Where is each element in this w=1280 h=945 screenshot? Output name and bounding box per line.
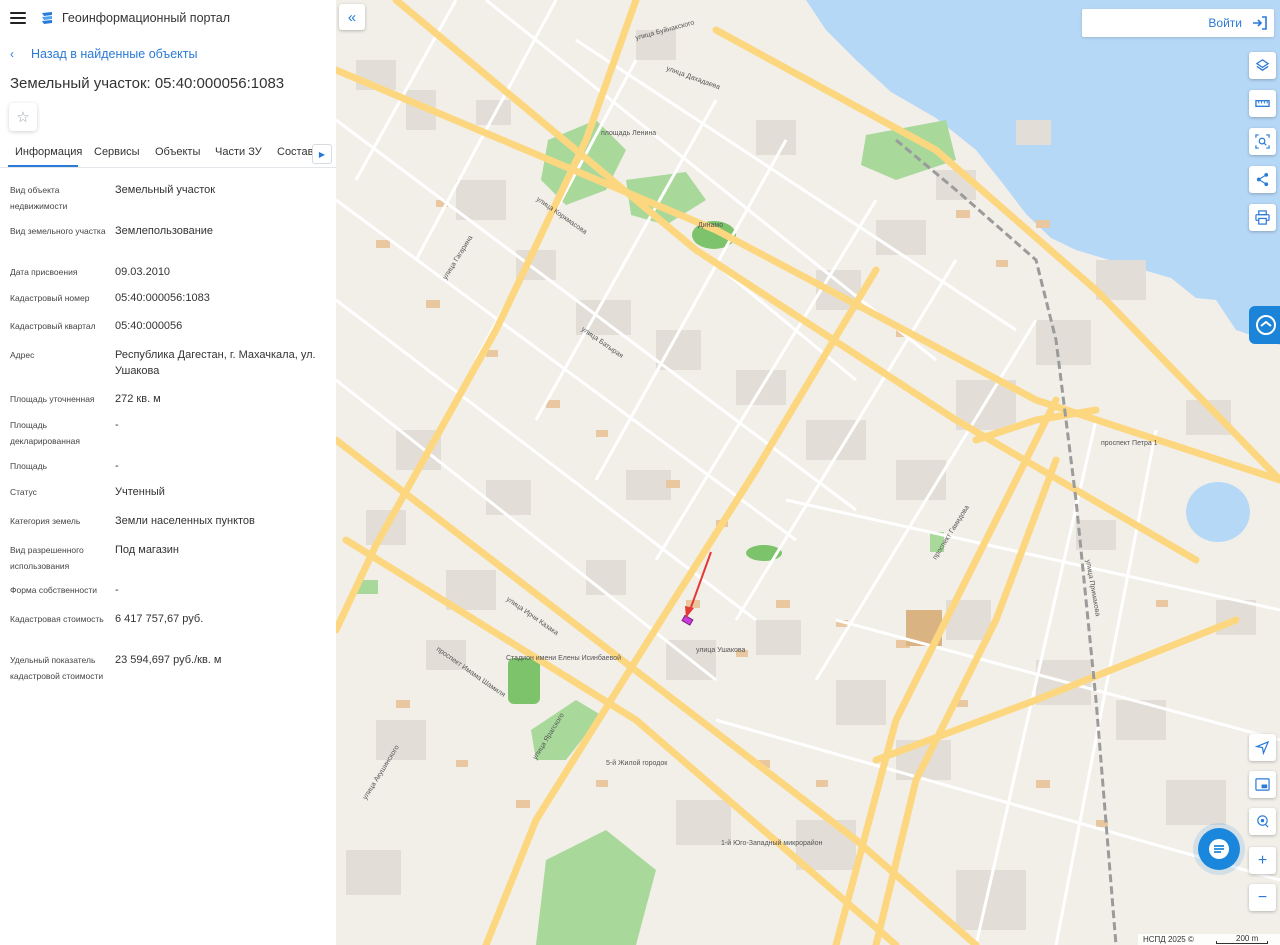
info-value: - [115, 460, 119, 472]
map-label: улица Ушакова [696, 647, 746, 654]
object-tabs: Информация Сервисы Объекты Части ЗУ Сост… [0, 140, 336, 168]
map-footer: НСПД 2025 © 200 m [1138, 934, 1280, 945]
share-icon [1256, 172, 1269, 187]
map-label: 1-й Юго-Западный микрорайон [721, 839, 823, 847]
tab-composition[interactable]: Состав [277, 146, 313, 158]
stadium [508, 658, 540, 704]
info-value: Учтенный [115, 486, 165, 498]
map-label: 5-й Жилой городок [606, 759, 668, 767]
zoom-in-button[interactable]: + [1249, 847, 1276, 874]
tabs-scroll-right-button[interactable]: ▶ [312, 144, 332, 164]
layers-icon [1255, 59, 1270, 71]
area-search-button[interactable] [1249, 128, 1276, 155]
map-layer: площадь Ленина Динамо улица Ушакова 1-й … [336, 0, 1280, 945]
info-label: Статус [10, 487, 37, 497]
geolocate-button[interactable] [1249, 734, 1276, 761]
find-location-button[interactable] [1249, 808, 1276, 835]
login-button[interactable]: Войти [1082, 9, 1274, 37]
map-attribution[interactable]: НСПД 2025 © [1143, 935, 1194, 944]
info-label: Вид разрешенного использования [10, 545, 84, 571]
area-search-icon [1255, 134, 1270, 149]
share-button[interactable] [1249, 166, 1276, 193]
info-label: Вид объекта недвижимости [10, 185, 68, 211]
tab-services[interactable]: Сервисы [94, 146, 140, 158]
login-icon [1253, 16, 1267, 30]
double-chevron-left-icon: « [347, 8, 357, 26]
collapse-panel-button[interactable]: « [339, 4, 365, 30]
location-search-icon [1257, 815, 1269, 828]
info-label: Категория земель [10, 516, 81, 526]
info-label: Площадь [10, 461, 48, 471]
info-label: Адрес [10, 350, 35, 360]
info-value: 23 594,697 руб./кв. м [115, 654, 222, 666]
navigation-arrow-icon [1255, 740, 1270, 755]
active-tab-indicator [8, 165, 78, 167]
tab-parcel-parts[interactable]: Части ЗУ [215, 146, 262, 158]
info-value: 6 417 757,67 руб. [115, 613, 204, 625]
info-label: Кадастровый квартал [10, 321, 96, 331]
portal-logo[interactable] [40, 11, 54, 25]
printer-icon [1255, 210, 1270, 225]
info-label: Форма собственности [10, 585, 97, 595]
info-label: Дата присвоения [10, 267, 78, 277]
info-value: - [115, 584, 119, 596]
info-label: Площадь декларированная [10, 420, 80, 446]
map-label: Стадион имени Елены Исинбаевой [506, 654, 621, 662]
info-value: 272 кв. м [115, 393, 161, 405]
menu-icon[interactable] [10, 12, 26, 24]
chat-icon [1209, 839, 1229, 859]
ruler-icon [1255, 100, 1270, 107]
layers-button[interactable] [1249, 52, 1276, 79]
star-icon: ☆ [16, 109, 30, 126]
back-to-results-link[interactable]: ‹ Назад в найденные объекты [10, 47, 197, 61]
info-label: Кадастровая стоимость [10, 614, 104, 624]
info-value: Земельный участок [115, 184, 216, 196]
info-value: Землепользование [115, 225, 214, 237]
print-button[interactable] [1249, 204, 1276, 231]
map-label: проспект Петра 1 [1101, 440, 1158, 447]
object-info-panel: Геоинформационный портал ‹ Назад в найде… [0, 0, 336, 945]
info-label: Кадастровый номер [10, 293, 90, 303]
side-panel-tab[interactable] [1249, 306, 1280, 344]
map-label: площадь Ленина [601, 130, 656, 137]
info-value: Земли населенных пунктов [115, 515, 255, 527]
minus-icon: − [1257, 888, 1268, 906]
info-value: 09.03.2010 [115, 266, 171, 278]
info-label: Удельный показатель кадастровой стоимост… [10, 655, 104, 681]
info-value: - [115, 419, 119, 431]
chevron-left-icon: ‹ [10, 47, 14, 61]
info-label: Площадь уточненная [10, 394, 95, 404]
object-title: Земельный участок: 05:40:000056:1083 [10, 75, 285, 92]
measure-button[interactable] [1249, 90, 1276, 117]
chat-button[interactable] [1198, 828, 1240, 870]
plus-icon: + [1257, 851, 1268, 869]
feedback-icon [1256, 315, 1276, 335]
map-canvas[interactable]: площадь Ленина Динамо улица Ушакова 1-й … [336, 0, 1280, 945]
app-title: Геоинформационный портал [62, 11, 231, 25]
minimap-icon [1255, 778, 1270, 791]
info-label: Вид земельного участка [10, 226, 106, 236]
info-value: Под магазин [115, 544, 179, 556]
tab-objects[interactable]: Объекты [155, 146, 200, 158]
zoom-out-button[interactable]: − [1249, 884, 1276, 911]
minimap-button[interactable] [1249, 771, 1276, 798]
lake [1186, 482, 1250, 542]
app-header: Геоинформационный портал [0, 0, 336, 36]
tab-information[interactable]: Информация [15, 146, 82, 158]
map-label: Динамо [698, 222, 723, 229]
info-value: 05:40:000056 [115, 320, 183, 332]
favorite-button[interactable]: ☆ [9, 103, 37, 131]
back-link-label: Назад в найденные объекты [31, 47, 198, 61]
info-value: Республика Дагестан, г. Махачкала, ул. У… [115, 349, 316, 377]
scale-label: 200 m [1236, 934, 1259, 943]
info-value: 05:40:000056:1083 [115, 292, 210, 304]
login-label: Войти [1208, 16, 1242, 30]
